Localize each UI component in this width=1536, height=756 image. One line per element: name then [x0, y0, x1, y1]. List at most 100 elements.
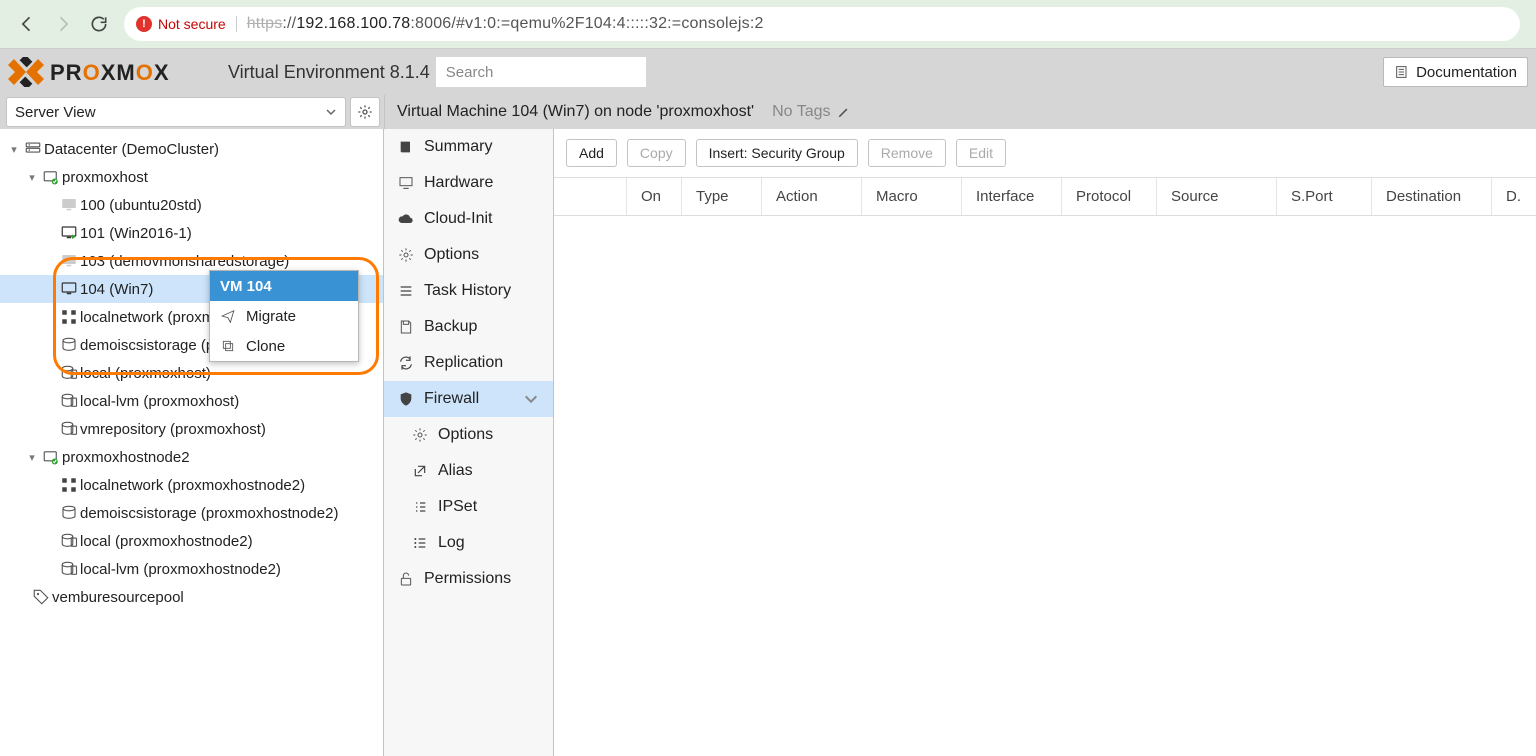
subnav-cloudinit[interactable]: Cloud-Init — [384, 201, 553, 237]
tags-editor[interactable]: No Tags — [772, 103, 850, 121]
context-menu: VM 104 Migrate Clone — [209, 270, 359, 362]
subnav-summary[interactable]: Summary — [384, 129, 553, 165]
tree-storage-demoiscsi2[interactable]: demoiscsistorage (proxmoxhostnode2) — [0, 499, 383, 527]
settings-button[interactable] — [350, 97, 380, 127]
collapse-icon[interactable]: ▾ — [24, 171, 40, 184]
tree-storage-local2[interactable]: local (proxmoxhostnode2) — [0, 527, 383, 555]
url-text: https://192.168.100.78:8006/#v1:0:=qemu%… — [247, 15, 764, 33]
svg-text:PROXMOX: PROXMOX — [50, 60, 170, 85]
subnav-log[interactable]: Log — [384, 525, 553, 561]
subnav-fw-options[interactable]: Options — [384, 417, 553, 453]
col-dport[interactable]: D. — [1491, 178, 1536, 215]
resource-tree: ▾ Datacenter (DemoCluster) ▾ proxmoxhost… — [0, 129, 384, 756]
tree-vm-100[interactable]: 100 (ubuntu20std) — [0, 191, 383, 219]
shield-icon — [398, 391, 414, 407]
warning-icon: ! — [136, 16, 152, 32]
storage-icon — [58, 392, 80, 410]
back-icon[interactable] — [16, 14, 38, 34]
tree-node-proxmoxhost[interactable]: ▾ proxmoxhost — [0, 163, 383, 191]
page-title: Virtual Machine 104 (Win7) on node 'prox… — [397, 103, 754, 121]
tree-datacenter[interactable]: ▾ Datacenter (DemoCluster) — [0, 135, 383, 163]
proxmox-logo[interactable]: PROXMOX — [8, 57, 218, 87]
col-on[interactable]: On — [626, 178, 681, 215]
search-input[interactable]: Search — [436, 57, 646, 87]
tree-storage-vmrepo[interactable]: vmrepository (proxmoxhost) — [0, 415, 383, 443]
col-protocol[interactable]: Protocol — [1061, 178, 1156, 215]
tree-storage-locallvm2[interactable]: local-lvm (proxmoxhostnode2) — [0, 555, 383, 583]
documentation-button[interactable]: Documentation — [1383, 57, 1528, 87]
storage-icon — [58, 420, 80, 438]
col-macro[interactable]: Macro — [861, 178, 961, 215]
collapse-icon[interactable]: ▾ — [24, 451, 40, 464]
gear-icon — [398, 247, 414, 263]
col-source[interactable]: Source — [1156, 178, 1276, 215]
chevron-down-icon — [325, 106, 337, 118]
remove-button[interactable]: Remove — [868, 139, 946, 167]
col-sport[interactable]: S.Port — [1276, 178, 1371, 215]
subnav-hardware[interactable]: Hardware — [384, 165, 553, 201]
subnav-options[interactable]: Options — [384, 237, 553, 273]
add-button[interactable]: Add — [566, 139, 617, 167]
context-item-clone[interactable]: Clone — [210, 331, 358, 361]
subnav-task-history[interactable]: Task History — [384, 273, 553, 309]
storage-icon — [58, 532, 80, 550]
paper-plane-icon — [220, 309, 236, 323]
subnav-alias[interactable]: Alias — [384, 453, 553, 489]
grid-header: On Type Action Macro Interface Protocol … — [554, 178, 1536, 216]
view-selector[interactable]: Server View — [6, 97, 346, 127]
vm-subnav: Summary Hardware Cloud-Init Options Task… — [384, 129, 554, 756]
col-interface[interactable]: Interface — [961, 178, 1061, 215]
cloud-icon — [398, 211, 414, 227]
sync-icon — [398, 355, 414, 371]
tree-network-2[interactable]: localnetwork (proxmoxhostnode2) — [0, 471, 383, 499]
subnav-ipset[interactable]: IPSet — [384, 489, 553, 525]
reload-icon[interactable] — [88, 14, 110, 34]
desktop-icon — [398, 175, 414, 191]
tree-vm-101[interactable]: 101 (Win2016-1) — [0, 219, 383, 247]
tree-node-proxmoxhostnode2[interactable]: ▾ proxmoxhostnode2 — [0, 443, 383, 471]
subnav-firewall[interactable]: Firewall — [384, 381, 553, 417]
copy-button[interactable]: Copy — [627, 139, 686, 167]
monitor-running-icon — [58, 224, 80, 242]
list-icon — [398, 283, 414, 299]
context-item-migrate[interactable]: Migrate — [210, 301, 358, 331]
content-title-bar: Virtual Machine 104 (Win7) on node 'prox… — [384, 95, 1536, 129]
toolbar-row: Server View Virtual Machine 104 (Win7) o… — [0, 95, 1536, 129]
app-header: PROXMOX Virtual Environment 8.1.4 Search… — [0, 49, 1536, 95]
storage-icon — [58, 364, 80, 382]
storage-icon — [58, 504, 80, 522]
subnav-permissions[interactable]: Permissions — [384, 561, 553, 597]
collapse-icon[interactable]: ▾ — [6, 143, 22, 156]
list-icon — [412, 535, 428, 551]
not-secure-indicator[interactable]: ! Not secure — [136, 16, 237, 32]
network-icon — [58, 476, 80, 494]
col-action[interactable]: Action — [761, 178, 861, 215]
subnav-backup[interactable]: Backup — [384, 309, 553, 345]
browser-toolbar: ! Not secure https://192.168.100.78:8006… — [0, 0, 1536, 49]
col-destination[interactable]: Destination — [1371, 178, 1491, 215]
tree-storage-local[interactable]: local (proxmoxhost) — [0, 359, 383, 387]
tree-pool[interactable]: vemburesourcepool — [0, 583, 383, 611]
tag-icon — [30, 588, 52, 606]
storage-icon — [58, 336, 80, 354]
server-icon — [40, 168, 62, 186]
gear-icon — [357, 104, 373, 120]
storage-icon — [58, 560, 80, 578]
tree-storage-locallvm[interactable]: local-lvm (proxmoxhost) — [0, 387, 383, 415]
not-secure-label: Not secure — [158, 16, 226, 32]
forward-icon[interactable] — [52, 14, 74, 34]
main-area: ▾ Datacenter (DemoCluster) ▾ proxmoxhost… — [0, 129, 1536, 756]
server-icon — [40, 448, 62, 466]
subnav-replication[interactable]: Replication — [384, 345, 553, 381]
save-icon — [398, 319, 414, 335]
edit-button[interactable]: Edit — [956, 139, 1006, 167]
datacenter-icon — [22, 140, 44, 158]
pencil-icon — [837, 105, 851, 119]
network-icon — [58, 308, 80, 326]
insert-security-group-button[interactable]: Insert: Security Group — [696, 139, 858, 167]
col-blank[interactable] — [554, 178, 626, 215]
list-alt-icon — [412, 499, 428, 515]
address-bar[interactable]: ! Not secure https://192.168.100.78:8006… — [124, 7, 1520, 41]
col-type[interactable]: Type — [681, 178, 761, 215]
clone-icon — [220, 339, 236, 353]
